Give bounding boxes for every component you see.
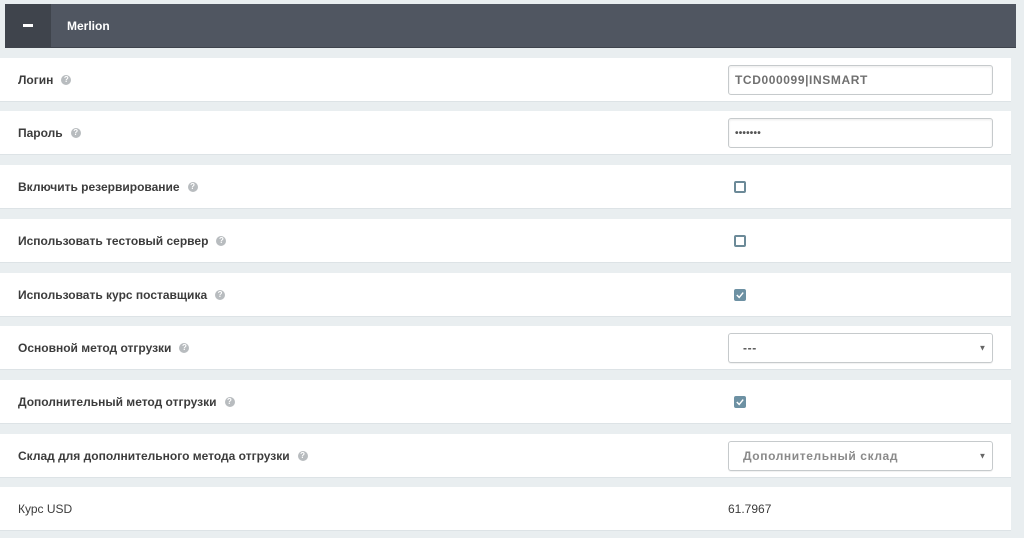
panel-header: Merlion: [5, 3, 1016, 48]
extra-shipping-row: Дополнительный метод отгрузки ?: [0, 380, 1011, 424]
login-input[interactable]: TCD000099|INSMART: [728, 65, 993, 95]
help-icon[interactable]: ?: [216, 235, 227, 246]
extra-warehouse-row: Склад для дополнительного метода отгрузк…: [0, 434, 1011, 478]
reserve-checkbox[interactable]: [734, 180, 746, 193]
usd-rate-row: Курс USD 61.7967: [0, 487, 1011, 531]
checkmark-icon: [736, 291, 744, 298]
usd-rate-label: Курс USD: [18, 501, 73, 516]
supplier-rate-checkbox[interactable]: [734, 288, 746, 301]
main-shipping-row: Основной метод отгрузки ? --- ▼: [0, 326, 1011, 370]
extra-warehouse-label: Склад для дополнительного метода отгрузк…: [18, 448, 290, 463]
help-icon[interactable]: ?: [224, 396, 235, 407]
extra-shipping-label: Дополнительный метод отгрузки: [18, 394, 217, 409]
help-icon[interactable]: ?: [179, 342, 190, 353]
test-server-checkbox[interactable]: [734, 234, 746, 247]
merlion-settings-panel: Merlion: [5, 3, 1016, 48]
password-label: Пароль: [18, 125, 63, 140]
test-server-label: Использовать тестовый сервер: [18, 233, 209, 248]
main-shipping-select[interactable]: --- ▼: [728, 332, 993, 363]
help-icon[interactable]: ?: [215, 289, 226, 300]
checkmark-icon: [736, 398, 744, 405]
collapse-button[interactable]: [5, 3, 51, 48]
extra-warehouse-selected: Дополнительный склад: [743, 448, 899, 463]
usd-rate-value: 61.7967: [728, 501, 772, 516]
extra-shipping-checkbox[interactable]: [734, 395, 746, 408]
minus-icon: [23, 24, 33, 27]
help-icon[interactable]: ?: [297, 450, 308, 461]
main-shipping-selected: ---: [743, 340, 757, 355]
login-row: Логин ? TCD000099|INSMART: [0, 58, 1011, 102]
help-icon[interactable]: ?: [187, 181, 198, 192]
chevron-down-icon: ▼: [978, 451, 987, 460]
extra-warehouse-select[interactable]: Дополнительный склад ▼: [728, 440, 993, 471]
supplier-rate-row: Использовать курс поставщика ?: [0, 273, 1011, 317]
reserve-label: Включить резервирование: [18, 179, 180, 194]
chevron-down-icon: ▼: [978, 343, 987, 352]
reserve-row: Включить резервирование ?: [0, 165, 1011, 209]
password-input[interactable]: •••••••: [728, 118, 993, 148]
panel-title: Merlion: [67, 18, 110, 33]
supplier-rate-label: Использовать курс поставщика: [18, 287, 208, 302]
help-icon[interactable]: ?: [61, 74, 72, 85]
main-shipping-label: Основной метод отгрузки: [18, 340, 172, 355]
help-icon[interactable]: ?: [70, 127, 81, 138]
login-label: Логин: [18, 72, 54, 87]
password-row: Пароль ? •••••••: [0, 111, 1011, 155]
test-server-row: Использовать тестовый сервер ?: [0, 219, 1011, 263]
